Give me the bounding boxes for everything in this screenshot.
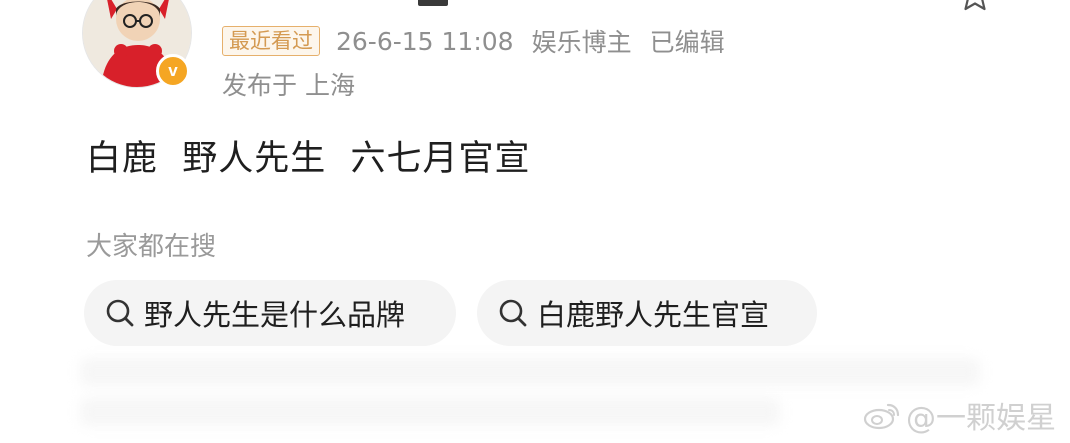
post-timestamp: 26-6-15 11:08 bbox=[336, 26, 514, 56]
recently-viewed-badge: 最近看过 bbox=[222, 26, 320, 56]
edited-label[interactable]: 已编辑 bbox=[650, 23, 725, 59]
trending-search-title: 大家都在搜 bbox=[86, 232, 217, 262]
verified-icon: v bbox=[156, 54, 190, 88]
search-suggestion-label: 白鹿野人先生官宣 bbox=[537, 298, 770, 332]
blurred-content bbox=[80, 358, 980, 386]
post-content: 白鹿 野人先生 六七月官宣 bbox=[86, 139, 531, 179]
blurred-content bbox=[80, 398, 780, 426]
search-suggestion-chip[interactable]: 白鹿野人先生官宣 bbox=[477, 280, 817, 346]
weibo-logo-icon bbox=[863, 403, 900, 430]
author-type-label: 娱乐博主 bbox=[531, 28, 632, 57]
search-suggestion-label: 野人先生是什么品牌 bbox=[144, 298, 406, 332]
post-location: 发布于 上海 bbox=[222, 71, 355, 100]
search-icon bbox=[106, 299, 134, 327]
watermark-text: @一颗娱星 bbox=[906, 401, 1056, 436]
watermark: @一颗娱星 bbox=[862, 393, 1056, 437]
star-icon[interactable] bbox=[958, 0, 992, 12]
post-meta-row: 最近看过 26-6-15 11:08 娱乐博主 已编辑 bbox=[222, 24, 743, 58]
user-level-badge bbox=[418, 0, 448, 6]
weibo-post-page: v 最近看过 26-6-15 11:08 娱乐博主 已编辑 发布于 上海 白鹿 … bbox=[0, 0, 1070, 443]
avatar-container[interactable]: v bbox=[82, 0, 192, 88]
search-icon bbox=[499, 299, 527, 327]
search-suggestion-chip[interactable]: 野人先生是什么品牌 bbox=[84, 280, 456, 346]
